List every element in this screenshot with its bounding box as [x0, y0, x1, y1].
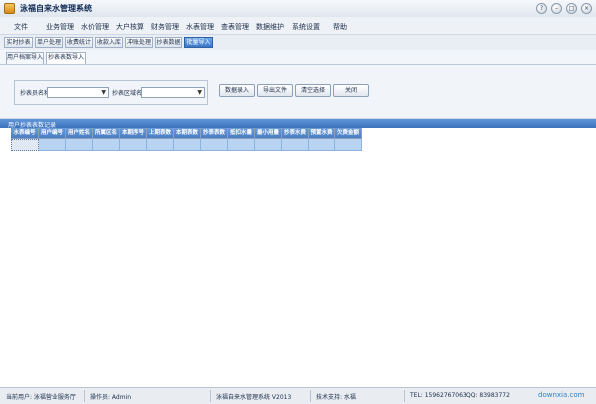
grid-cell[interactable]	[255, 139, 282, 151]
minimize-icon[interactable]: –	[551, 3, 562, 14]
status-divider	[210, 390, 211, 402]
window-title: 泳福自来水管理系统	[20, 4, 92, 13]
reader-select[interactable]: ▼	[47, 87, 109, 98]
status-tel: TEL: 15962767063	[410, 392, 467, 399]
area-select[interactable]: ▼	[141, 87, 205, 98]
grid-cell[interactable]	[93, 139, 120, 151]
col-reading-fee[interactable]: 抄表水费	[282, 128, 309, 139]
menu-data[interactable]: 数据维护	[256, 22, 284, 32]
nav-reading-data[interactable]: 抄表数据	[155, 37, 182, 48]
grid-cell[interactable]	[147, 139, 174, 151]
tab-bar: 用户档案导入 抄表表数导入	[0, 50, 596, 65]
menu-pricing[interactable]: 水价管理	[81, 22, 109, 32]
col-arrears[interactable]: 欠费金额	[335, 128, 362, 139]
col-min-usage[interactable]: 最小用量	[255, 128, 282, 139]
status-bar: 当前用户: 泳福营业服务厅 操作员: Admin 泳福自来水管理系统 V2013…	[0, 387, 596, 404]
col-meter-no[interactable]: 水表编号	[11, 128, 39, 139]
col-curr-reading[interactable]: 本期表数	[174, 128, 201, 139]
grid-cell[interactable]	[335, 139, 362, 151]
nav-receipt[interactable]: 收款入库	[95, 37, 123, 48]
menu-bar: 文件 业务管理 水价管理 大户核算 财务管理 水表管理 查表管理 数据维护 系统…	[0, 17, 596, 34]
title-bar: 泳福自来水管理系统 ? – □ ×	[0, 0, 596, 18]
grid-title-bar: 用户抄表表数记录	[0, 119, 596, 129]
col-preset-fee[interactable]: 预置水费	[309, 128, 335, 139]
filter-group: 抄表员名称: ▼ 抄表区域名称: ▼	[14, 80, 208, 105]
chevron-down-icon: ▼	[101, 89, 106, 96]
status-qq: QQ: 83983772	[466, 392, 510, 399]
grid-cell[interactable]	[309, 139, 335, 151]
menu-reading[interactable]: 查表管理	[221, 22, 249, 32]
menu-settings[interactable]: 系统设置	[292, 22, 320, 32]
quick-nav: 实时抄表 单户处理 收费统计 收款入库 冲账处理 抄表数据 批量导入	[0, 34, 596, 51]
status-divider	[404, 390, 405, 402]
tab-reading-import[interactable]: 抄表表数导入	[46, 52, 86, 64]
grid-cell[interactable]	[201, 139, 228, 151]
grid-cell[interactable]	[282, 139, 309, 151]
status-version: 泳福自来水管理系统 V2013	[216, 394, 292, 401]
app-icon	[4, 3, 15, 14]
menu-accounts[interactable]: 大户核算	[116, 22, 144, 32]
chevron-down-icon: ▼	[197, 89, 202, 96]
nav-single-user[interactable]: 单户处理	[35, 37, 63, 48]
menu-meters[interactable]: 水表管理	[186, 22, 214, 32]
data-entry-button[interactable]: 数据录入	[219, 84, 255, 97]
grid-cell[interactable]	[228, 139, 255, 151]
nav-realtime-reading[interactable]: 实时抄表	[4, 37, 33, 48]
menu-business[interactable]: 业务管理	[46, 22, 74, 32]
grid-cell[interactable]	[66, 139, 93, 151]
tab-user-import[interactable]: 用户档案导入	[6, 52, 44, 64]
data-grid[interactable]: 水表编号 用户编号 用户姓名 所属区名 本期序号 上期表数 本期表数 抄表表数 …	[0, 128, 596, 387]
col-reading-count[interactable]: 抄表表数	[201, 128, 228, 139]
menu-file[interactable]: 文件	[14, 22, 28, 32]
maximize-icon[interactable]: □	[566, 3, 577, 14]
grid-cell[interactable]	[39, 139, 66, 151]
status-login: 当前用户: 泳福营业服务厅	[6, 394, 76, 401]
nav-reversal[interactable]: 冲账处理	[125, 37, 153, 48]
close-button[interactable]: 关闭	[333, 84, 369, 97]
filter-panel: 抄表员名称: ▼ 抄表区域名称: ▼ 数据录入 导出文件 清空选择 关闭	[0, 65, 596, 119]
status-divider	[84, 390, 85, 402]
menu-help[interactable]: 帮助	[333, 22, 347, 32]
nav-fee-stats[interactable]: 收费统计	[65, 37, 93, 48]
col-period-seq[interactable]: 本期序号	[120, 128, 147, 139]
grid-cell-selected[interactable]	[11, 139, 39, 151]
grid-cell[interactable]	[120, 139, 147, 151]
col-deduct-volume[interactable]: 抵扣水量	[228, 128, 255, 139]
col-prev-reading[interactable]: 上期表数	[147, 128, 174, 139]
status-support: 技术支持: 水福	[316, 394, 356, 401]
status-divider	[310, 390, 311, 402]
col-district[interactable]: 所属区名	[93, 128, 120, 139]
col-user-name[interactable]: 用户姓名	[66, 128, 93, 139]
close-icon[interactable]: ×	[581, 3, 592, 14]
export-button[interactable]: 导出文件	[257, 84, 293, 97]
col-user-no[interactable]: 用户编号	[39, 128, 66, 139]
clear-selection-button[interactable]: 清空选择	[295, 84, 331, 97]
help-icon[interactable]: ?	[536, 3, 547, 14]
status-operator: 操作员: Admin	[90, 394, 132, 401]
menu-finance[interactable]: 财务管理	[151, 22, 179, 32]
nav-batch-import[interactable]: 批量导入	[184, 37, 213, 48]
brand-watermark: downxia.com	[538, 391, 585, 399]
grid-cell[interactable]	[174, 139, 201, 151]
